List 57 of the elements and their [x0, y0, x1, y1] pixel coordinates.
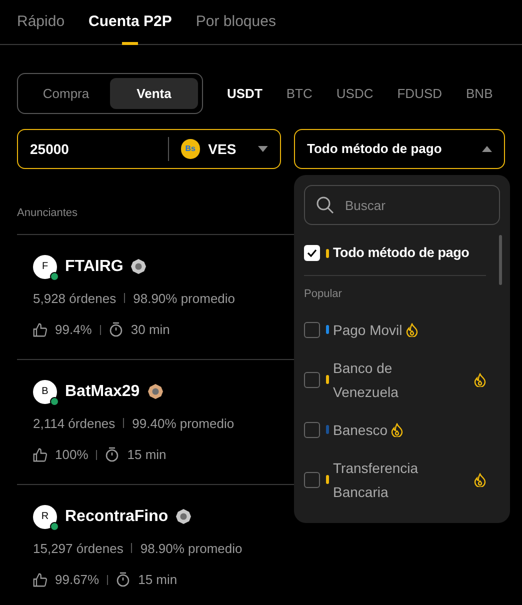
completion-rate: 98.90% promedio — [140, 540, 242, 558]
order-count: 5,928 órdenes — [33, 290, 116, 308]
avatar: B — [33, 380, 57, 404]
release-time: 15 min — [138, 571, 178, 589]
asset-tab[interactable]: BNB — [466, 84, 493, 104]
checkbox[interactable] — [304, 422, 320, 438]
avatar: F — [33, 254, 57, 278]
trade-side-tab[interactable]: Compra — [22, 78, 110, 109]
currency-label: VES — [208, 140, 236, 158]
positive-rating: 100% — [55, 446, 88, 464]
scrollbar — [499, 235, 502, 285]
checkbox[interactable] — [304, 322, 320, 338]
dropdown-caret-icon — [482, 146, 492, 152]
advertiser-name[interactable]: RecontraFino — [65, 504, 168, 528]
list-header: Anunciantes — [17, 206, 78, 221]
dropdown-caret-icon — [258, 146, 268, 152]
avatar: R — [33, 504, 57, 528]
advertiser-name[interactable]: FTAIRG — [65, 254, 124, 278]
asset-tab[interactable]: USDT — [227, 84, 262, 104]
order-count: 15,297 órdenes — [33, 540, 124, 558]
release-time: 15 min — [127, 446, 166, 464]
release-time: 30 min — [130, 321, 170, 339]
section-label: Popular — [304, 287, 343, 302]
amount-field[interactable]: 25000 Bs VES — [17, 129, 281, 169]
tab[interactable]: Cuenta P2P — [88, 11, 172, 45]
currency-icon: Bs — [180, 139, 200, 159]
payment-method-label[interactable]: Banco de Venezuela — [333, 356, 451, 404]
asset-tab[interactable]: FDUSD — [397, 84, 442, 104]
asset-tab[interactable]: USDC — [336, 84, 374, 104]
thumbs-up-icon — [33, 322, 47, 337]
checkbox[interactable] — [304, 472, 320, 488]
amount-value: 25000 — [30, 140, 70, 158]
thumbs-up-icon — [33, 572, 47, 587]
timer-icon — [105, 447, 120, 462]
tab[interactable]: Por bloques — [196, 11, 276, 45]
search-icon — [316, 196, 334, 214]
checkbox[interactable] — [304, 245, 320, 261]
tab[interactable]: Rápido — [17, 11, 65, 45]
advertiser-name[interactable]: BatMax29 — [65, 380, 140, 404]
check-icon — [307, 249, 317, 257]
asset-tab[interactable]: BTC — [286, 84, 312, 104]
trade-side-tab[interactable]: Venta — [110, 78, 198, 109]
timer-icon — [116, 572, 130, 588]
payment-method-label[interactable]: Todo método de pago — [333, 242, 470, 264]
positive-rating: 99.4% — [55, 321, 92, 339]
payment-method-label[interactable]: Transferencia Bancaria — [333, 456, 451, 504]
order-count: 2,114 órdenes — [33, 414, 116, 432]
completion-rate: 99.40% promedio — [132, 414, 234, 433]
payment-method-label[interactable]: Pago Movil — [333, 318, 402, 342]
thumbs-up-icon — [33, 448, 47, 462]
checkbox[interactable] — [304, 372, 320, 388]
completion-rate: 98.90% promedio — [133, 290, 236, 308]
positive-rating: 99.67% — [55, 571, 100, 589]
timer-icon — [108, 322, 123, 338]
payment-method-label[interactable]: Banesco — [333, 418, 388, 442]
search-field[interactable]: Buscar — [304, 185, 500, 225]
payment-method-select[interactable]: Todo método de pago — [294, 129, 505, 169]
